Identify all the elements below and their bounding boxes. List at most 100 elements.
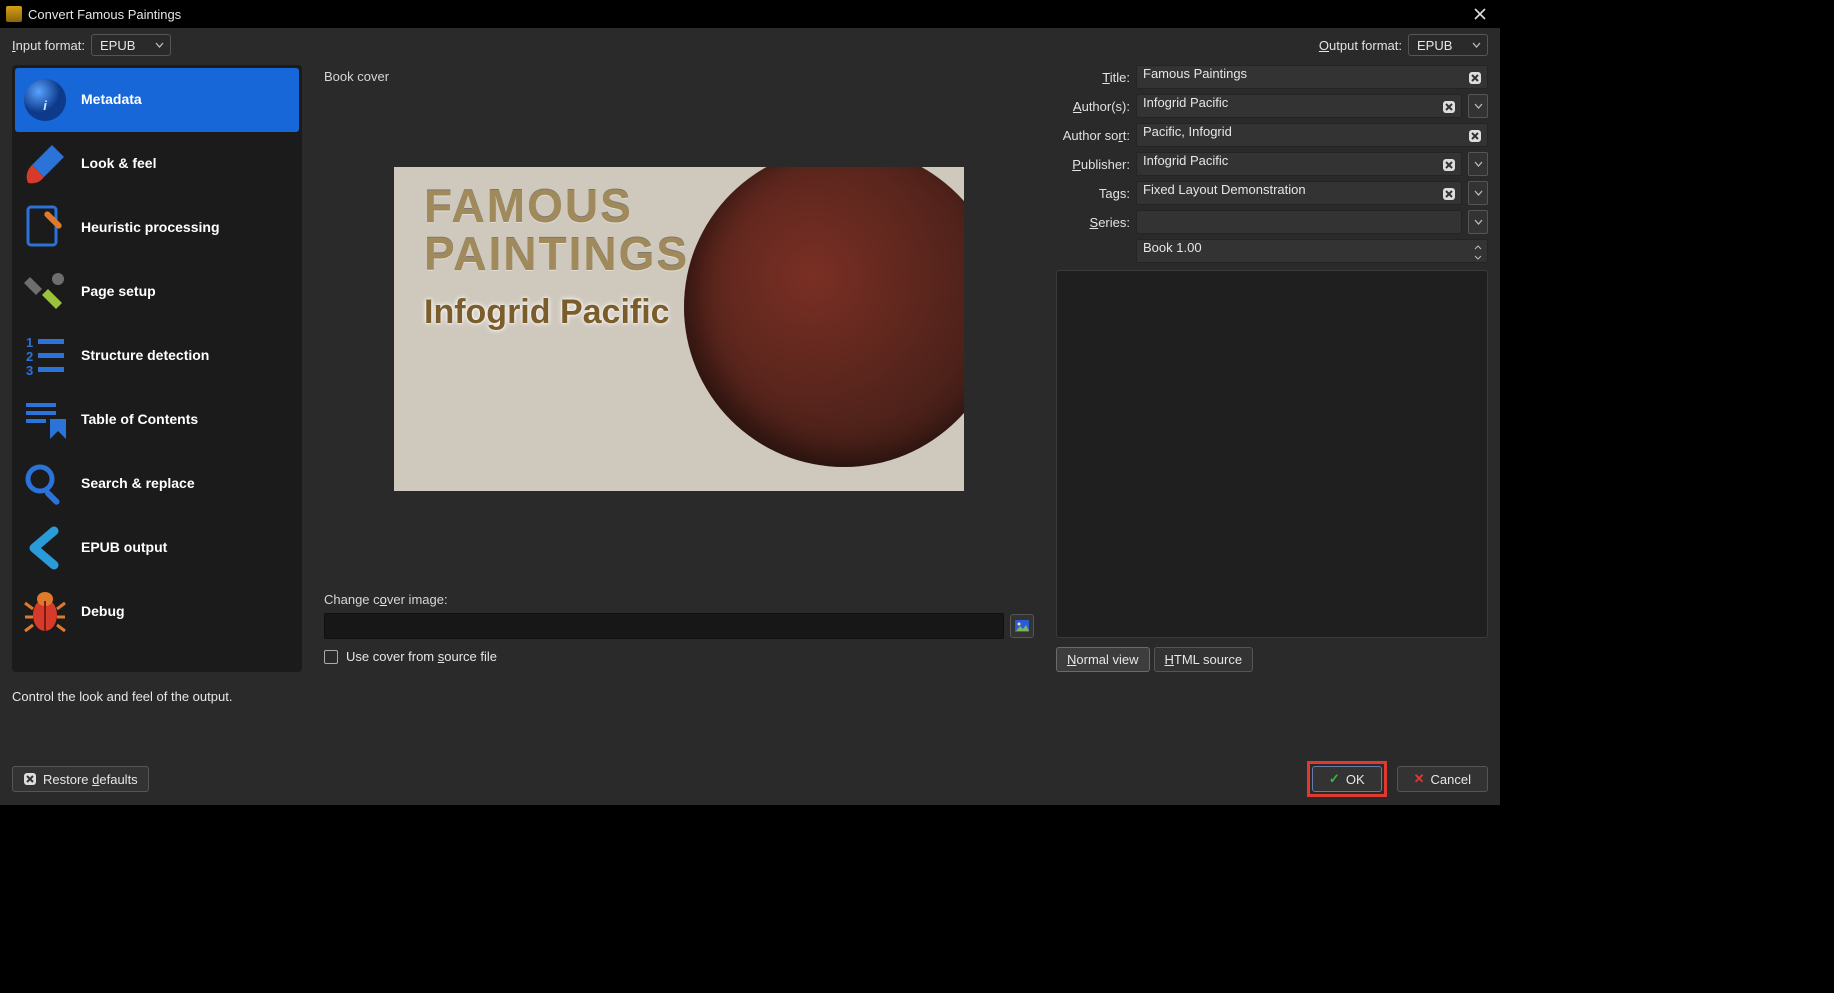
book-index-up[interactable] (1471, 242, 1485, 252)
use-source-cover-checkbox[interactable] (324, 650, 338, 664)
ok-button[interactable]: ✓ OK (1312, 766, 1382, 792)
x-icon: ✕ (1414, 771, 1425, 787)
chevron-down-icon (1474, 161, 1483, 167)
publisher-input[interactable]: Infogrid Pacific (1136, 152, 1462, 176)
output-format-select[interactable]: EPUB (1408, 34, 1488, 56)
clear-icon (23, 772, 37, 786)
tab-normal-view[interactable]: Normal view (1056, 647, 1150, 672)
sidebar-item-look-and-feel[interactable]: Look & feel (15, 132, 299, 196)
output-format-label: Output format: (1319, 38, 1402, 53)
sidebar-item-structure-detection[interactable]: 123 Structure detection (15, 324, 299, 388)
cancel-label: Cancel (1431, 772, 1471, 787)
sidebar-item-debug[interactable]: Debug (15, 580, 299, 644)
browse-cover-button[interactable] (1010, 614, 1034, 638)
comments-textarea[interactable] (1056, 270, 1488, 638)
publisher-dropdown-button[interactable] (1468, 152, 1488, 176)
app-icon (6, 6, 22, 22)
book-index-down[interactable] (1471, 252, 1485, 262)
cover-image: FAMOUS PAINTINGS Infogrid Pacific (394, 167, 964, 491)
sidebar-item-label: EPUB output (81, 539, 167, 557)
cover-title-line2: PAINTINGS (424, 227, 689, 281)
hint-text: Control the look and feel of the output. (12, 689, 1488, 704)
window-title: Convert Famous Paintings (28, 7, 181, 22)
series-dropdown-button[interactable] (1468, 210, 1488, 234)
cover-subtitle: Infogrid Pacific (424, 293, 670, 332)
picture-icon (1014, 618, 1030, 634)
sidebar-item-label: Search & replace (81, 475, 195, 493)
list-numbered-icon: 123 (21, 332, 69, 380)
title-field-label: Title: (1056, 70, 1130, 85)
cover-path-input[interactable] (324, 613, 1004, 639)
sidebar-item-label: Debug (81, 603, 125, 621)
svg-text:1: 1 (26, 335, 33, 350)
sidebar-item-epub-output[interactable]: EPUB output (15, 516, 299, 580)
sidebar-item-table-of-contents[interactable]: Table of Contents (15, 388, 299, 452)
close-icon (1474, 8, 1486, 20)
tab-html-source[interactable]: HTML source (1154, 647, 1254, 672)
chevron-down-icon (155, 42, 164, 48)
authors-input[interactable]: Infogrid Pacific (1136, 94, 1462, 118)
sidebar: i Metadata Look & feel Heuristic process… (12, 65, 302, 672)
restore-defaults-button[interactable]: Restore defaults (12, 766, 149, 792)
book-index-input[interactable]: Book 1.00 (1136, 239, 1488, 263)
ok-label: OK (1346, 772, 1365, 787)
bug-icon (21, 588, 69, 636)
sidebar-item-label: Heuristic processing (81, 219, 220, 237)
cover-panel: Book cover FAMOUS PAINTINGS Infogrid Pac… (312, 65, 1046, 672)
sidebar-item-label: Structure detection (81, 347, 209, 365)
chevron-down-icon (1472, 42, 1481, 48)
sidebar-item-page-setup[interactable]: Page setup (15, 260, 299, 324)
tags-input[interactable]: Fixed Layout Demonstration (1136, 181, 1462, 205)
authorsort-input[interactable]: Pacific, Infogrid (1136, 123, 1488, 147)
toc-icon (21, 396, 69, 444)
metadata-panel: Title: Famous Paintings Author(s): Infog… (1056, 65, 1488, 672)
publisher-field-label: Publisher: (1056, 157, 1130, 172)
brush-icon (21, 140, 69, 188)
sidebar-item-label: Page setup (81, 283, 156, 301)
check-icon: ✓ (1329, 771, 1340, 787)
chevron-down-icon (1474, 219, 1483, 225)
authors-dropdown-button[interactable] (1468, 94, 1488, 118)
footer: Control the look and feel of the output.… (0, 675, 1500, 805)
title-input[interactable]: Famous Paintings (1136, 65, 1488, 89)
chevron-down-icon (1474, 190, 1483, 196)
series-field-label: Series: (1056, 215, 1130, 230)
clear-publisher-button[interactable] (1441, 157, 1457, 173)
sidebar-item-search-replace[interactable]: Search & replace (15, 452, 299, 516)
clear-authorsort-button[interactable] (1467, 128, 1483, 144)
svg-text:3: 3 (26, 363, 33, 378)
tags-field-label: Tags: (1056, 186, 1130, 201)
svg-text:i: i (43, 98, 47, 113)
tools-icon (21, 268, 69, 316)
input-format-select[interactable]: EPUB (91, 34, 171, 56)
format-bar: Input format: EPUB Output format: EPUB (0, 28, 1500, 62)
authorsort-field-label: Author sort: (1056, 128, 1130, 143)
sidebar-item-label: Table of Contents (81, 411, 198, 429)
wand-icon (21, 204, 69, 252)
cancel-button[interactable]: ✕ Cancel (1397, 766, 1488, 792)
sidebar-item-metadata[interactable]: i Metadata (15, 68, 299, 132)
restore-defaults-label: Restore defaults (43, 772, 138, 787)
search-icon (21, 460, 69, 508)
sidebar-item-label: Metadata (81, 91, 142, 109)
tags-dropdown-button[interactable] (1468, 181, 1488, 205)
clear-title-button[interactable] (1467, 70, 1483, 86)
clear-tags-button[interactable] (1441, 186, 1457, 202)
chevron-left-icon (21, 524, 69, 572)
output-format-value: EPUB (1417, 38, 1452, 53)
input-format-label: Input format: (12, 38, 85, 53)
book-cover-label: Book cover (324, 69, 1034, 84)
ok-highlight: ✓ OK (1307, 761, 1387, 797)
authors-field-label: Author(s): (1056, 99, 1130, 114)
svg-text:2: 2 (26, 349, 33, 364)
window-close-button[interactable] (1466, 3, 1494, 25)
use-source-cover-label: Use cover from source file (346, 649, 497, 664)
chevron-down-icon (1474, 103, 1483, 109)
sidebar-item-label: Look & feel (81, 155, 156, 173)
info-icon: i (21, 76, 69, 124)
clear-authors-button[interactable] (1441, 99, 1457, 115)
input-format-value: EPUB (100, 38, 135, 53)
change-cover-label: Change cover image: (324, 592, 1034, 607)
sidebar-item-heuristic-processing[interactable]: Heuristic processing (15, 196, 299, 260)
series-input[interactable] (1136, 210, 1462, 234)
